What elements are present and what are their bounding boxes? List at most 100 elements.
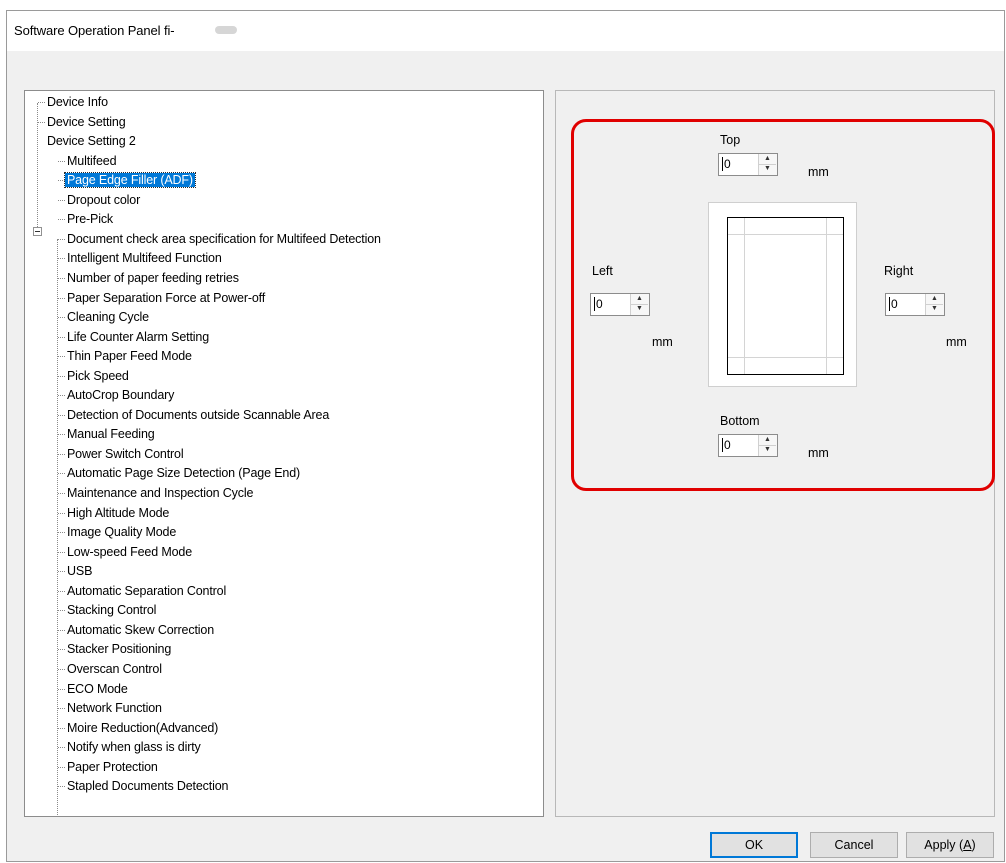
tree-branch-line [58,669,65,670]
tree-branch-line [58,317,65,318]
tree-item[interactable]: Moire Reduction(Advanced) [67,719,218,738]
tree-item[interactable]: Low-speed Feed Mode [67,543,192,562]
tree-branch-line [58,786,65,787]
tree-branch-line [58,473,65,474]
title-bar: Software Operation Panel fi- [7,11,1004,51]
tree-item[interactable]: USB [67,562,92,581]
window-title: Software Operation Panel fi- [14,23,175,38]
tree-item[interactable]: Cleaning Cycle [67,308,149,327]
tree-item-label: Device Info [47,95,108,109]
tree-item[interactable]: Paper Separation Force at Power-off [67,289,265,308]
tree-item[interactable]: Thin Paper Feed Mode [67,347,192,366]
tree-item-label: Automatic Separation Control [67,583,227,598]
tree-branch-line [58,180,65,181]
apply-label-end: ) [971,838,976,852]
tree-node-device-setting-2[interactable]: Device Setting 2 [47,132,136,151]
tree-branch-line [58,356,65,357]
tree-item[interactable]: Pick Speed [67,367,129,386]
tree-item[interactable]: Pre-Pick [67,210,113,229]
tree-item[interactable]: Overscan Control [67,660,162,679]
tree-branch-line [58,747,65,748]
tree-item-label: Device Setting 2 [47,134,136,149]
tree-item-label: AutoCrop Boundary [67,388,175,403]
tree-branch-line [58,493,65,494]
tree-branch-line [58,434,65,435]
tree-branch-line [58,513,65,514]
tree-item[interactable]: ECO Mode [67,680,128,699]
tree-item[interactable]: Network Function [67,699,162,718]
tree-item-label: Power Switch Control [67,446,184,461]
tree-item[interactable]: Dropout color [67,191,140,210]
tree-item-label: Paper Protection [67,759,158,774]
tree-branch-line [58,395,65,396]
tree-branch-line [58,532,65,533]
tree-item[interactable]: Life Counter Alarm Setting [67,328,209,347]
tree-branch-line [58,258,65,259]
tree-item-label: Network Function [67,701,162,716]
tree-item[interactable]: Paper Protection [67,758,158,777]
tree-item-label: ECO Mode [67,681,128,696]
tree-branch-line [58,239,65,240]
tree-item[interactable]: Automatic Separation Control [67,582,226,601]
tree-item[interactable]: High Altitude Mode [67,504,169,523]
tree-item[interactable]: Automatic Skew Correction [67,621,214,640]
tree-item[interactable]: Notify when glass is dirty [67,738,201,757]
tree-branch-line [58,200,65,201]
redacted-model-number [215,26,237,34]
tree-item[interactable]: Power Switch Control [67,445,184,464]
cancel-button[interactable]: Cancel [810,832,898,858]
tree-item[interactable]: Stapled Documents Detection [67,777,228,796]
tree-item[interactable]: Document check area specification for Mu… [67,230,381,249]
tree-item-label: Thin Paper Feed Mode [67,349,192,364]
tree-item-label: Pre-Pick [67,212,114,227]
tree-item[interactable]: Image Quality Mode [67,523,176,542]
annotation-highlight-frame [571,119,995,491]
tree-item[interactable]: AutoCrop Boundary [67,386,174,405]
tree-item-label: Automatic Skew Correction [67,622,215,637]
tree-item[interactable]: Detection of Documents outside Scannable… [67,406,329,425]
tree-item-label: Page Edge Filler (ADF) [64,172,196,189]
tree-branch-line [58,708,65,709]
tree-branch-line [58,591,65,592]
tree-item[interactable]: Multifeed [67,152,117,171]
tree-item[interactable]: Number of paper feeding retries [67,269,239,288]
tree-item-label: Manual Feeding [67,427,155,442]
tree-item[interactable]: Manual Feeding [67,425,155,444]
tree-item-label: Stacker Positioning [67,642,172,657]
tree-item[interactable]: Intelligent Multifeed Function [67,249,222,268]
tree-item[interactable]: Automatic Page Size Detection (Page End) [67,464,300,483]
tree-item[interactable]: Device Info [47,93,108,112]
tree-item-label: Detection of Documents outside Scannable… [67,407,330,422]
tree-item[interactable]: Stacking Control [67,601,156,620]
tree-item[interactable]: Device Setting [47,113,126,132]
tree-branch-line [58,219,65,220]
tree-branch-line [58,649,65,650]
tree-branch-line [58,376,65,377]
tree-item-label: Image Quality Mode [67,525,177,540]
tree-branch-line [58,767,65,768]
tree-item[interactable]: Page Edge Filler (ADF) [64,171,196,190]
tree-item-label: Paper Separation Force at Power-off [67,290,266,305]
apply-button[interactable]: Apply (A) [906,832,994,858]
tree-branch-line [38,122,45,123]
tree-item-label: Multifeed [67,153,117,168]
tree-item[interactable]: Maintenance and Inspection Cycle [67,484,253,503]
tree-branch-line [58,689,65,690]
tree-branch-line [58,630,65,631]
tree-item[interactable]: Stacker Positioning [67,640,171,659]
settings-tree[interactable]: Device Info Device Setting Device Setting … [24,90,544,817]
tree-item-label: Intelligent Multifeed Function [67,251,222,266]
tree-branch-line [58,337,65,338]
tree-item-label: Pick Speed [67,368,129,383]
ok-button[interactable]: OK [710,832,798,858]
tree-branch-line [58,552,65,553]
tree-item-label: Number of paper feeding retries [67,270,239,285]
tree-branch-line [58,298,65,299]
tree-item-label: Document check area specification for Mu… [67,231,381,246]
collapse-expander-icon[interactable] [33,227,42,236]
tree-item-label: Cleaning Cycle [67,310,149,325]
tree-item-label: USB [67,564,93,579]
tree-branch-line [58,415,65,416]
tree-branch-line [58,728,65,729]
tree-item-label: Low-speed Feed Mode [67,544,193,559]
